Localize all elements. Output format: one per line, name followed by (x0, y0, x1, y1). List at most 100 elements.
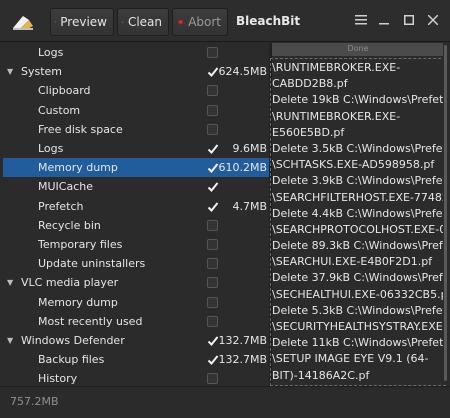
header-bar: Preview Clean Abort BleachBit (0, 0, 450, 42)
checkbox-unchecked[interactable] (207, 296, 218, 308)
checkbox-checked[interactable] (207, 201, 219, 212)
tree-row-label: History (38, 372, 78, 385)
tree-row[interactable]: Temporary files (3, 235, 269, 254)
tree-row[interactable]: Clipboard (3, 81, 269, 100)
log-line: Delete 3.5kB C:\Windows\Prefetch (272, 141, 443, 155)
tree-row-label: Recycle bin (38, 218, 101, 232)
tree-row[interactable]: Most recently used (3, 312, 269, 331)
tree-row[interactable]: Memory dump 610.2MB (3, 158, 269, 178)
hamburger-menu-icon[interactable] (353, 12, 369, 28)
log-line: Delete 5.3kB C:\Windows\Prefetch (272, 303, 443, 317)
tree-row[interactable]: Backup files 132.7MB (3, 350, 269, 369)
tree-row-size: 132.7MB (218, 334, 267, 348)
checkbox-unchecked[interactable] (207, 123, 218, 135)
tree-row[interactable]: ▼ System 624.5MB (3, 62, 269, 81)
tree-row-label: Update uninstallers (38, 257, 146, 271)
window-title: BleachBit (236, 14, 301, 28)
log-line: Delete 4.4kB C:\Windows\Prefetch (272, 206, 443, 220)
log-panel: Done \RUNTIMEBROKER.EXE- CABDD2B8.pf Delet… (271, 43, 443, 385)
tree-row-label: Memory dump (38, 295, 118, 309)
tree-row-label: Clipboard (38, 84, 91, 98)
expander-arrow-icon[interactable]: ▼ (7, 336, 17, 345)
tree-row[interactable]: Logs 9.6MB (3, 139, 269, 158)
log-scrollbar-thumb[interactable] (444, 45, 447, 381)
cleaner-tree: Logs ▼ System 624.5MB Clipboard Custom Free di… (3, 43, 269, 385)
log-line: \SETUP IMAGE EYE V9.1 (64- (272, 352, 429, 366)
preview-button[interactable]: Preview (50, 8, 114, 36)
tree-row-size: 9.6MB (232, 142, 267, 156)
log-line: \SEARCHPROTOCOLHOST.EXE-0CB8 (272, 222, 443, 236)
tree-row[interactable]: Free disk space (3, 120, 269, 139)
tree-row-size: 610.2MB (218, 161, 267, 175)
close-icon[interactable] (425, 12, 441, 28)
checkbox-checked[interactable] (207, 354, 219, 366)
clean-button[interactable]: Clean (117, 8, 169, 36)
tree-row[interactable]: Custom (3, 101, 269, 120)
log-line: Delete 89.3kB C:\Windows\Prefetch (272, 239, 443, 253)
checkbox-checked[interactable] (207, 143, 219, 154)
progress-bar: Done (272, 43, 443, 56)
log-line: Delete 3.9kB C:\Windows\Prefetch (272, 174, 443, 188)
log-line: Delete 19kB C:\Windows\Prefetch (272, 93, 443, 107)
progress-label: Done (347, 44, 369, 53)
magnifier-icon (55, 21, 57, 23)
tree-row[interactable]: ▼ VLC media player (3, 273, 269, 292)
tree-row-label: System (21, 65, 63, 79)
tree-row-label: Custom (38, 103, 81, 117)
checkbox-checked[interactable] (207, 162, 219, 174)
expander-arrow-icon[interactable]: ▼ (7, 278, 17, 287)
checkbox-unchecked[interactable] (207, 315, 218, 327)
log-line: CABDD2B8.pf (272, 77, 348, 91)
tree-row-label: Most recently used (38, 314, 143, 328)
tree-row[interactable]: Logs (3, 43, 269, 62)
log-line: Delete 37.9kB C:\Windows\Prefetch (272, 271, 443, 285)
tree-row-size: 132.7MB (218, 353, 267, 367)
tree-row[interactable]: Recycle bin (3, 216, 269, 235)
total-size-status: 757.2MB (10, 395, 59, 408)
log-line: \RUNTIMEBROKER.EXE- (272, 61, 401, 74)
tree-row[interactable]: MUICache (3, 177, 269, 196)
checkbox-unchecked[interactable] (207, 258, 218, 270)
checkbox-unchecked[interactable] (207, 277, 218, 289)
broom-icon (122, 21, 124, 23)
abort-button[interactable]: Abort (172, 8, 228, 36)
clean-label: Clean (127, 15, 162, 29)
tree-row[interactable]: Update uninstallers (3, 254, 269, 273)
checkbox-unchecked[interactable] (207, 104, 218, 116)
log-line: \RUNTIMEBROKER.EXE- (272, 109, 401, 123)
tree-row[interactable]: ▼ Windows Defender 132.7MB (3, 331, 269, 350)
tree-row[interactable]: History (3, 369, 269, 385)
checkbox-checked[interactable] (207, 181, 219, 193)
checkbox-unchecked[interactable] (207, 47, 218, 58)
tree-row-label: Backup files (38, 353, 105, 367)
log-line: \SECHEALTHUI.EXE-06332CB5.pf (272, 287, 443, 301)
log-line: \SCHTASKS.EXE-AD598958.pf (272, 158, 435, 172)
maximize-icon[interactable] (401, 12, 417, 28)
checkbox-checked[interactable] (207, 335, 219, 346)
checkbox-unchecked[interactable] (207, 85, 218, 97)
preview-label: Preview (60, 15, 107, 29)
tree-row-label: MUICache (38, 180, 93, 194)
bleachbit-logo-icon (13, 16, 33, 30)
tree-row-size: 4.7MB (232, 199, 267, 213)
tree-row-label: VLC media player (21, 276, 119, 290)
log-line: Delete 11.3kB C:\Windows\Prefetch (272, 384, 443, 386)
log-output: \RUNTIMEBROKER.EXE- CABDD2B8.pf Delete 19k… (272, 60, 443, 385)
tree-row[interactable]: Prefetch 4.7MB (3, 197, 269, 216)
checkbox-unchecked[interactable] (207, 373, 218, 385)
tree-row-label: Temporary files (38, 238, 123, 252)
checkbox-unchecked[interactable] (207, 239, 218, 250)
expander-arrow-icon[interactable]: ▼ (7, 67, 17, 76)
checkbox-unchecked[interactable] (207, 219, 218, 231)
status-bar: 757.2MB (0, 386, 450, 418)
tree-row-label: Free disk space (38, 122, 123, 136)
stop-icon (177, 18, 184, 26)
tree-row-label: Prefetch (38, 199, 84, 213)
minimize-icon[interactable] (376, 12, 392, 28)
tree-row[interactable]: Memory dump (3, 293, 269, 312)
log-line: \SEARCHFILTERHOST.EXE-77482212. (272, 190, 443, 204)
checkbox-checked[interactable] (207, 66, 219, 78)
log-line: E560E5BD.pf (272, 125, 345, 139)
log-scrollbar[interactable] (443, 43, 447, 385)
log-line: \SEARCHUI.EXE-E4B0F2D1.pf (272, 255, 433, 269)
